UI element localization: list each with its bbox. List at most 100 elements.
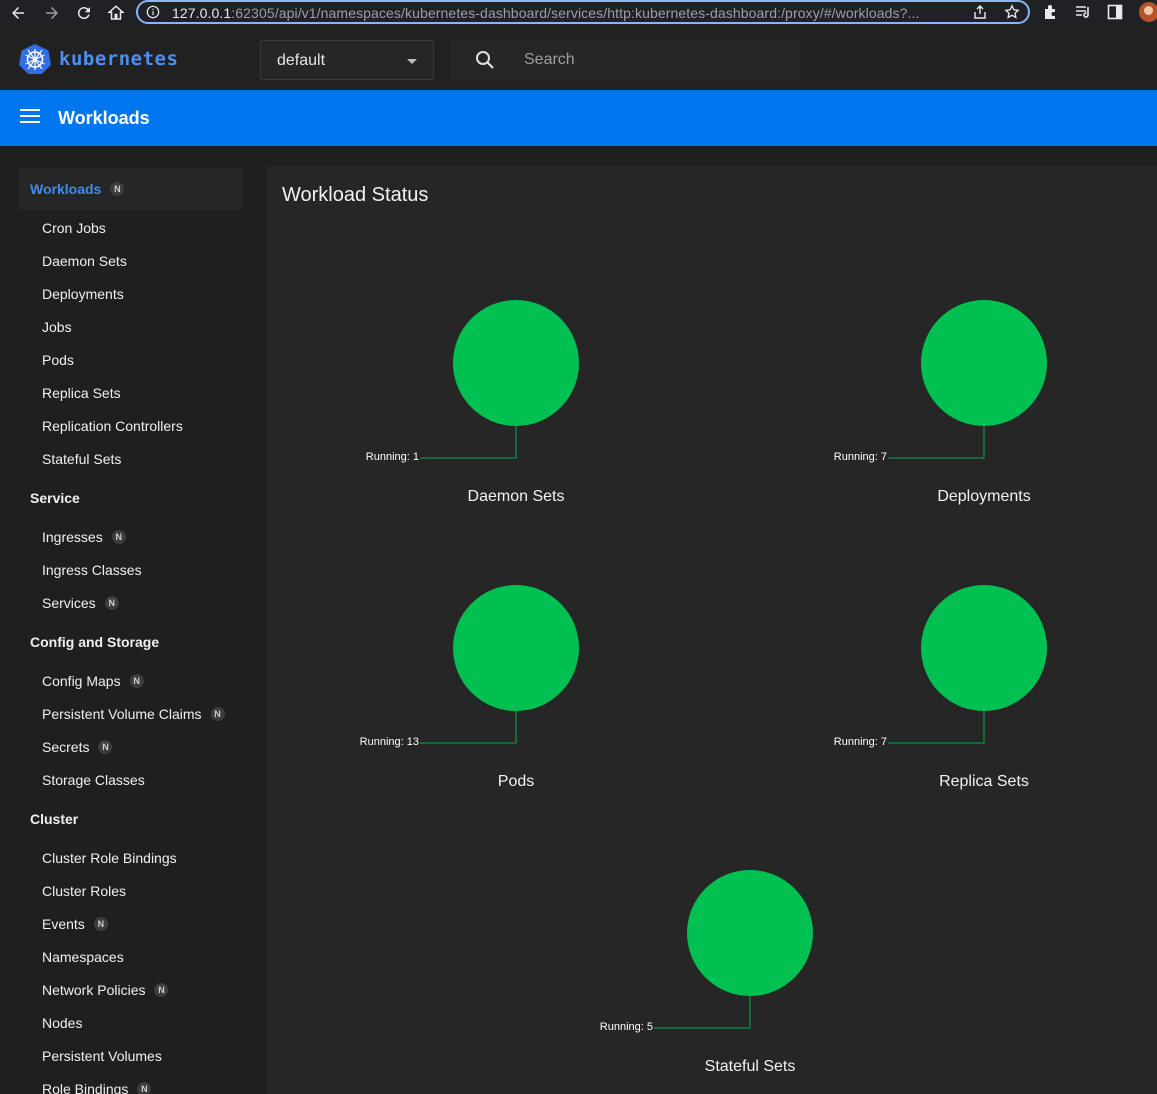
namespace-value: default (277, 52, 326, 69)
address-bar[interactable]: 127.0.0.1:62305/api/v1/namespaces/kubern… (136, 0, 1030, 24)
chart-title[interactable]: Daemon Sets (366, 488, 666, 506)
sidebar-item-daemon-sets[interactable]: Daemon Sets (42, 251, 127, 271)
running-count-label: Running: 1 (365, 451, 419, 463)
url-text[interactable]: 127.0.0.1:62305/api/v1/namespaces/kubern… (172, 5, 962, 21)
sidebar-item-label: Role Bindings (42, 1081, 129, 1094)
sidebar-item-label: Events (42, 916, 85, 932)
sidebar-item-label: Network Policies (42, 982, 146, 998)
sidebar-section-workloads[interactable]: Workloads N (30, 179, 125, 199)
running-slice[interactable] (453, 300, 579, 426)
sidebar-item-deployments[interactable]: Deployments (42, 284, 124, 304)
sidebar-section-label: Workloads (30, 181, 102, 197)
sidebar-item-label: Pods (42, 352, 74, 368)
page-title: Workloads (58, 108, 150, 128)
forward-icon[interactable] (40, 0, 64, 25)
sidebar-section-service: Service (30, 488, 80, 508)
chart-title[interactable]: Replica Sets (834, 773, 1134, 791)
sidebar-item-replica-sets[interactable]: Replica Sets (42, 383, 121, 403)
sidebar-item-jobs[interactable]: Jobs (42, 317, 72, 337)
running-slice[interactable] (687, 870, 813, 996)
sidebar-item-label: Ingress Classes (42, 562, 142, 578)
sidebar-item-ingress-classes[interactable]: Ingress Classes (42, 560, 142, 580)
reload-icon[interactable] (72, 0, 96, 25)
sidebar-item-persistent-volumes[interactable]: Persistent Volumes (42, 1046, 162, 1066)
workload-pie-svg (654, 870, 813, 1029)
sidebar-item-cron-jobs[interactable]: Cron Jobs (42, 218, 106, 238)
running-count-label: Running: 7 (833, 451, 887, 463)
sidebar-item-label: Namespaces (42, 949, 124, 965)
sidebar-item-storage-classes[interactable]: Storage Classes (42, 770, 145, 790)
sidebar-item-role-bindings[interactable]: Role Bindings N (42, 1079, 152, 1094)
namespace-select[interactable]: default (260, 40, 434, 80)
sidebar-item-services[interactable]: Services N (42, 593, 119, 613)
menu-icon[interactable] (20, 109, 40, 127)
sidebar-item-label: Replication Controllers (42, 418, 183, 434)
running-slice[interactable] (453, 585, 579, 711)
workload-chart-stateful-sets: Running: 5 Stateful Sets (600, 866, 930, 1094)
media-queue-icon[interactable] (1074, 3, 1092, 21)
kubernetes-logo-icon[interactable] (19, 43, 51, 75)
home-icon[interactable] (104, 0, 128, 25)
sidebar-item-label: Config Maps (42, 673, 121, 689)
side-panel-icon[interactable] (1106, 3, 1124, 21)
sidebar-item-label: Stateful Sets (42, 451, 122, 467)
namespaced-badge: N (210, 707, 225, 721)
back-icon[interactable] (6, 0, 30, 25)
workload-pie-svg (420, 300, 579, 459)
sidebar-item-persistent-volume-claims[interactable]: Persistent Volume Claims N (42, 704, 225, 724)
app-header: kubernetes default (0, 25, 1157, 90)
label-leader-line (654, 996, 751, 1029)
site-info-icon[interactable] (146, 5, 160, 19)
extensions-icon[interactable] (1042, 3, 1060, 21)
search-input[interactable] (524, 48, 784, 72)
search-icon[interactable] (475, 50, 495, 70)
sidebar-item-pods[interactable]: Pods (42, 350, 74, 370)
sidebar-section-label: Service (30, 490, 80, 506)
running-count-label: Running: 7 (833, 736, 887, 748)
sidebar-item-stateful-sets[interactable]: Stateful Sets (42, 449, 121, 469)
sidebar-section-cluster: Cluster (30, 809, 78, 829)
sidebar-item-label: Ingresses (42, 529, 103, 545)
namespaced-badge: N (104, 596, 119, 610)
sidebar-section-config-and-storage: Config and Storage (30, 632, 159, 652)
workload-status-card: Workload Status Running: 1 Daemon Sets Run… (266, 166, 1157, 1094)
sidebar-item-cluster-role-bindings[interactable]: Cluster Role Bindings (42, 848, 177, 868)
sidebar-item-label: Replica Sets (42, 385, 121, 401)
chart-title[interactable]: Deployments (834, 488, 1134, 506)
workload-chart-daemon-sets: Running: 1 Daemon Sets (366, 296, 696, 536)
bookmark-star-icon[interactable] (1004, 4, 1020, 20)
brand-name[interactable]: kubernetes (59, 48, 178, 70)
sidebar-item-replication-controllers[interactable]: Replication Controllers (42, 416, 183, 436)
sidebar-item-namespaces[interactable]: Namespaces (42, 947, 124, 967)
sidebar-item-label: Persistent Volume Claims (42, 706, 202, 722)
sidebar-item-label: Cluster Roles (42, 883, 127, 899)
sidebar-item-events[interactable]: Events N (42, 914, 108, 934)
namespaced-badge: N (93, 917, 108, 931)
namespaced-badge: N (137, 1082, 152, 1094)
share-icon[interactable] (972, 4, 988, 20)
chart-title[interactable]: Stateful Sets (600, 1058, 900, 1076)
workload-chart-replica-sets: Running: 7 Replica Sets (834, 581, 1157, 821)
sidebar-item-ingresses[interactable]: Ingresses N (42, 527, 126, 547)
namespaced-badge: N (110, 182, 125, 196)
profile-avatar[interactable] (1139, 2, 1157, 22)
sidebar-item-cluster-roles[interactable]: Cluster Roles (42, 881, 126, 901)
namespaced-badge: N (154, 983, 169, 997)
sidebar-item-label: Persistent Volumes (42, 1048, 162, 1064)
sidebar-section-label: Config and Storage (30, 634, 160, 650)
sidebar-item-label: Deployments (42, 286, 124, 302)
url-path: :62305/api/v1/namespaces/kubernetes-dash… (231, 5, 920, 21)
title-bar: Workloads (0, 90, 1157, 146)
sidebar-item-config-maps[interactable]: Config Maps N (42, 671, 144, 691)
label-leader-line (420, 711, 517, 744)
running-slice[interactable] (921, 585, 1047, 711)
running-slice[interactable] (921, 300, 1047, 426)
url-host: 127.0.0.1 (172, 5, 232, 21)
namespaced-badge: N (111, 530, 126, 544)
sidebar-item-label: Jobs (42, 319, 72, 335)
sidebar-item-secrets[interactable]: Secrets N (42, 737, 113, 757)
search-box (450, 40, 800, 80)
sidebar-item-nodes[interactable]: Nodes (42, 1013, 82, 1033)
chart-title[interactable]: Pods (366, 773, 666, 791)
sidebar-item-network-policies[interactable]: Network Policies N (42, 980, 169, 1000)
